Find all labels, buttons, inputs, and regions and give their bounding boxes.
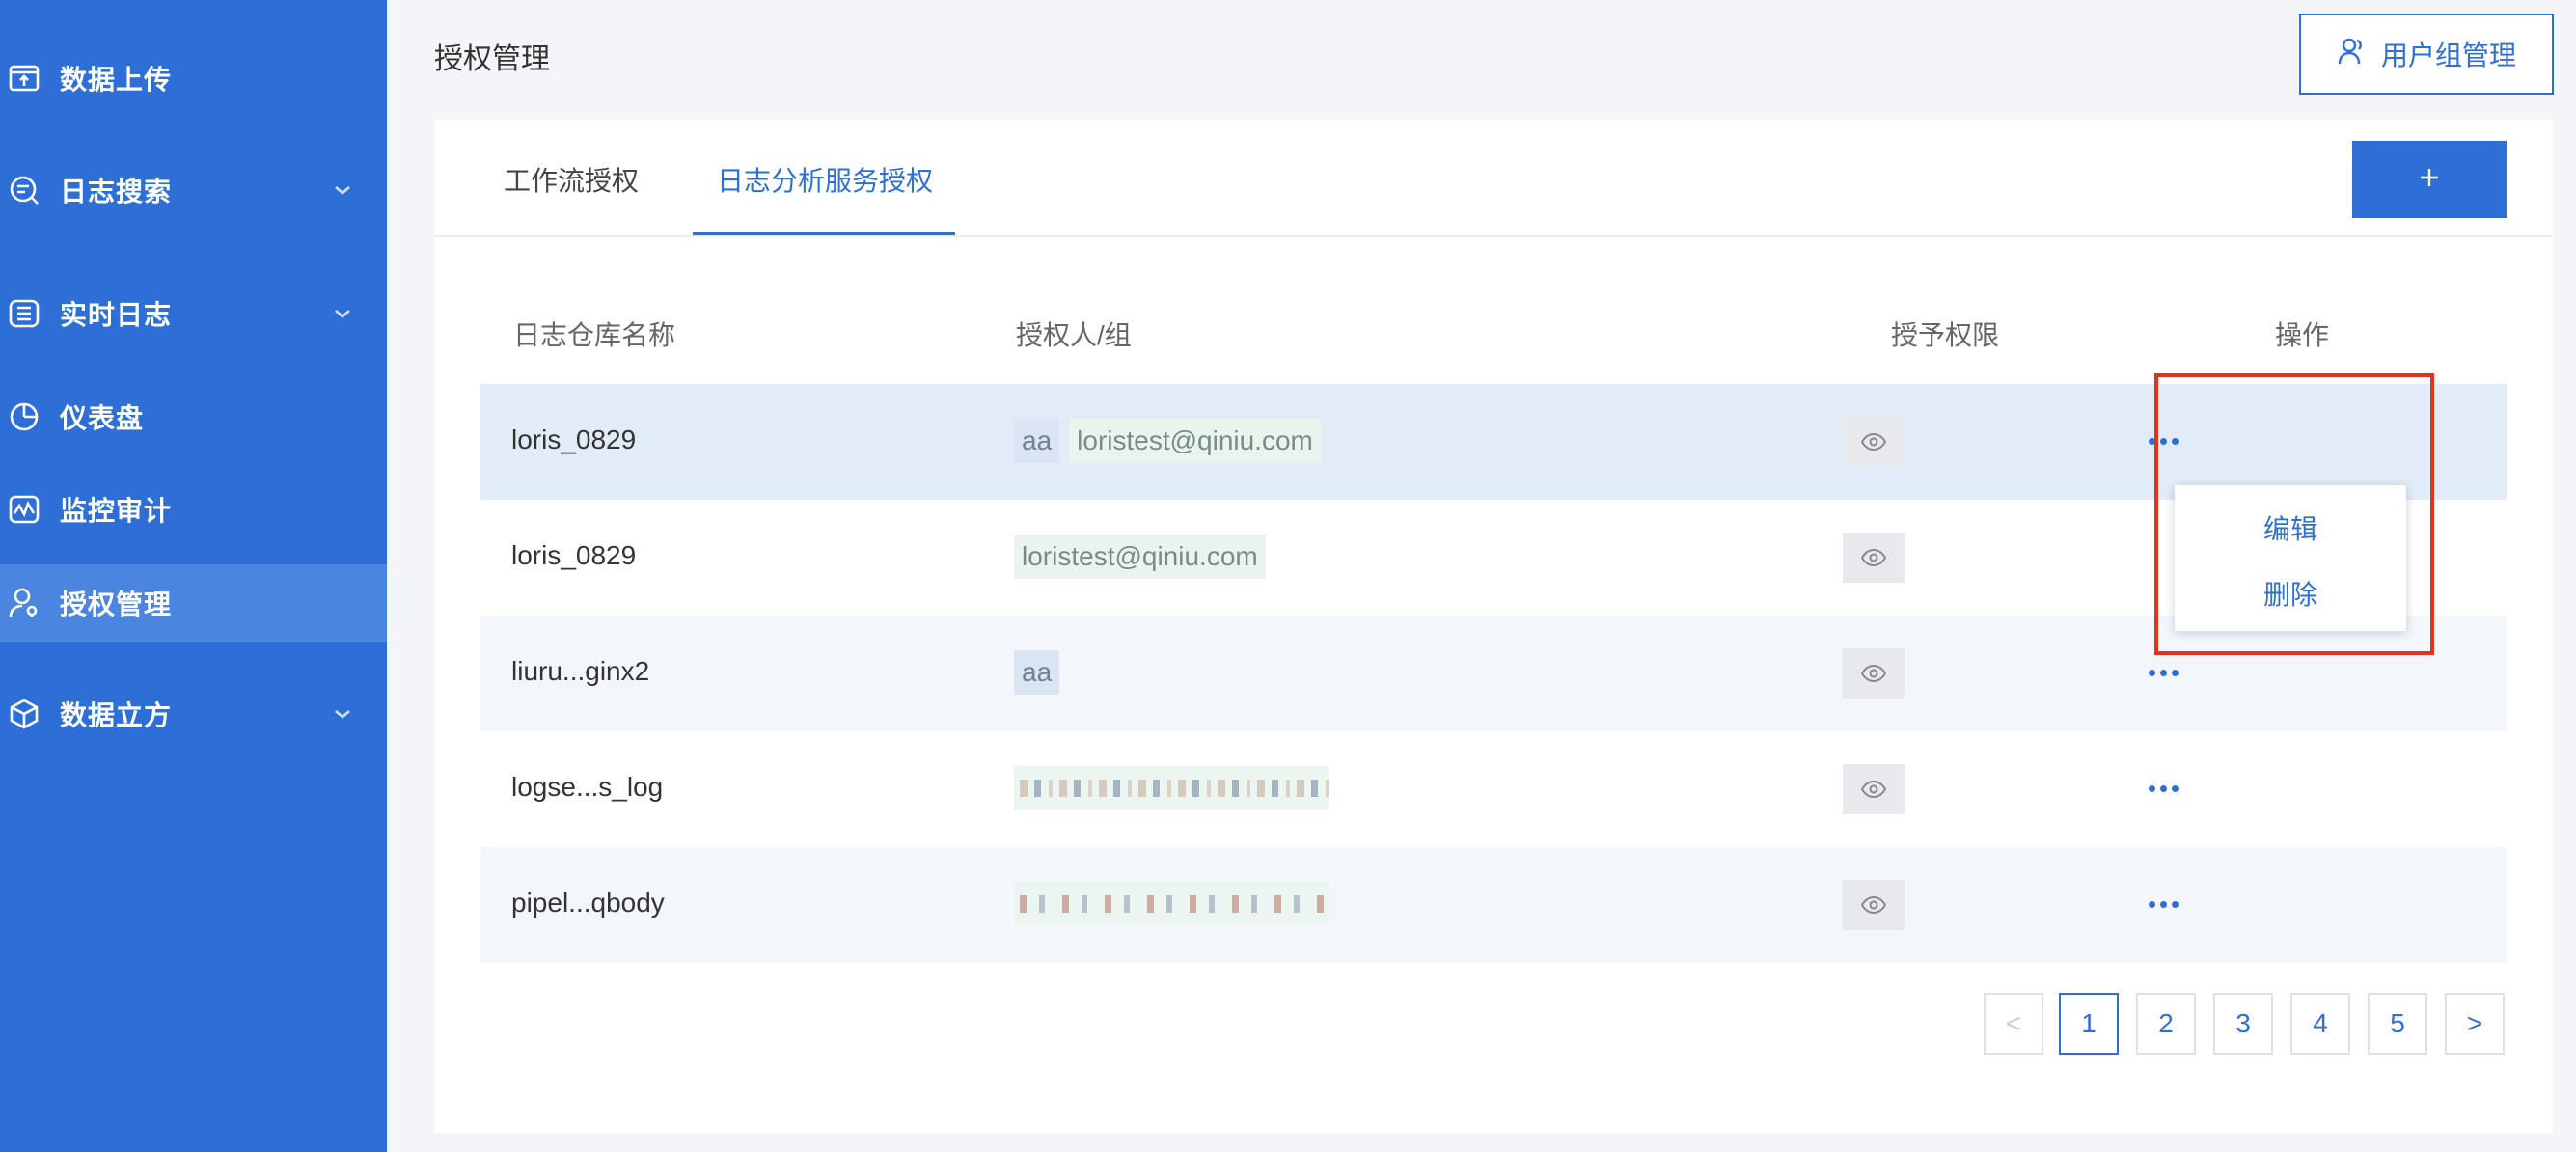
chevron-down-icon — [332, 303, 353, 324]
grantee-tags: aa — [1014, 650, 1069, 695]
dashboard-icon — [8, 400, 41, 433]
user-group-management-button[interactable]: 用户组管理 — [2299, 14, 2554, 95]
sidebar: 数据上传 日志搜索 实时日志 仪表盘 监控审计 授权管理 数据立方 — [0, 0, 387, 1152]
eye-icon — [1843, 648, 1905, 699]
tab-workflow-authorization[interactable]: 工作流授权 — [504, 160, 639, 199]
eye-icon — [1843, 533, 1905, 583]
monitor-icon — [8, 493, 41, 526]
group-tag: aa — [1014, 419, 1060, 463]
sidebar-item-dashboard[interactable]: 仪表盘 — [0, 378, 387, 455]
eye-icon — [1843, 764, 1905, 814]
pagination-page-1[interactable]: 1 — [2059, 993, 2119, 1055]
user-group-icon — [2337, 36, 2368, 73]
data-cube-icon — [8, 698, 41, 730]
repo-name: pipel...qbody — [511, 888, 665, 918]
more-actions-button[interactable] — [2142, 658, 2184, 687]
plus-icon — [2419, 167, 2440, 193]
sidebar-item-label: 授权管理 — [60, 590, 173, 619]
highlight-annotation-box — [2154, 373, 2434, 655]
sidebar-item-label: 实时日志 — [60, 300, 173, 330]
repo-name: logse...s_log — [511, 772, 664, 802]
grantee-tags — [1014, 766, 1329, 815]
repo-name: loris_0829 — [511, 425, 637, 454]
user-group-management-label: 用户组管理 — [2380, 41, 2516, 70]
grantee-tags: aa loristest@qiniu.com — [1014, 419, 1330, 463]
sidebar-item-log-search[interactable]: 日志搜索 — [0, 151, 387, 229]
column-header-repo: 日志仓库名称 — [513, 320, 676, 350]
repo-name: liuru...ginx2 — [511, 656, 650, 686]
page-title: 授权管理 — [434, 43, 550, 75]
column-header-grantee: 授权人/组 — [1016, 320, 1132, 350]
pagination-prev-button[interactable]: < — [1984, 993, 2043, 1055]
redacted-grantee — [1014, 882, 1329, 926]
more-actions-button[interactable] — [2142, 774, 2184, 803]
table-row[interactable]: logse...s_log — [480, 731, 2507, 847]
column-header-permission: 授予权限 — [1891, 320, 2000, 350]
sidebar-item-data-upload[interactable]: 数据上传 — [0, 40, 387, 117]
sidebar-item-data-cube[interactable]: 数据立方 — [0, 675, 387, 753]
chevron-down-icon — [332, 703, 353, 725]
sidebar-item-label: 日志搜索 — [60, 177, 173, 206]
log-search-icon — [8, 174, 41, 206]
more-actions-button[interactable] — [2142, 890, 2184, 919]
sidebar-item-label: 仪表盘 — [60, 403, 145, 433]
active-tab-indicator — [693, 232, 955, 235]
sidebar-item-realtime-log[interactable]: 实时日志 — [0, 275, 387, 352]
user-tag: loristest@qiniu.com — [1069, 419, 1321, 463]
sidebar-item-label: 监控审计 — [60, 496, 173, 526]
sidebar-item-monitor-audit[interactable]: 监控审计 — [0, 471, 387, 548]
eye-icon — [1843, 880, 1905, 930]
pagination-next-button[interactable]: > — [2445, 993, 2505, 1055]
tabs-divider — [434, 235, 2553, 237]
user-tag: loristest@qiniu.com — [1014, 535, 1266, 579]
column-header-actions: 操作 — [2275, 320, 2330, 350]
add-authorization-button[interactable] — [2352, 141, 2507, 218]
sidebar-item-label: 数据立方 — [60, 700, 173, 730]
eye-icon — [1843, 417, 1905, 467]
pagination-page-4[interactable]: 4 — [2290, 993, 2350, 1055]
sidebar-item-label: 数据上传 — [60, 65, 173, 95]
redacted-grantee — [1014, 766, 1329, 810]
group-tag: aa — [1014, 650, 1060, 695]
chevron-down-icon — [332, 179, 353, 201]
realtime-log-icon — [8, 297, 41, 330]
authorization-icon — [8, 587, 41, 619]
sidebar-item-authorization[interactable]: 授权管理 — [0, 564, 387, 642]
grantee-tags: loristest@qiniu.com — [1014, 535, 1275, 579]
table-row[interactable]: pipel...qbody — [480, 847, 2507, 963]
grantee-tags — [1014, 882, 1329, 931]
pagination-page-5[interactable]: 5 — [2368, 993, 2427, 1055]
pagination-page-2[interactable]: 2 — [2136, 993, 2196, 1055]
pagination-page-3[interactable]: 3 — [2213, 993, 2273, 1055]
repo-name: loris_0829 — [511, 540, 637, 570]
tab-log-analysis-authorization[interactable]: 日志分析服务授权 — [717, 160, 933, 199]
upload-icon — [8, 62, 41, 95]
